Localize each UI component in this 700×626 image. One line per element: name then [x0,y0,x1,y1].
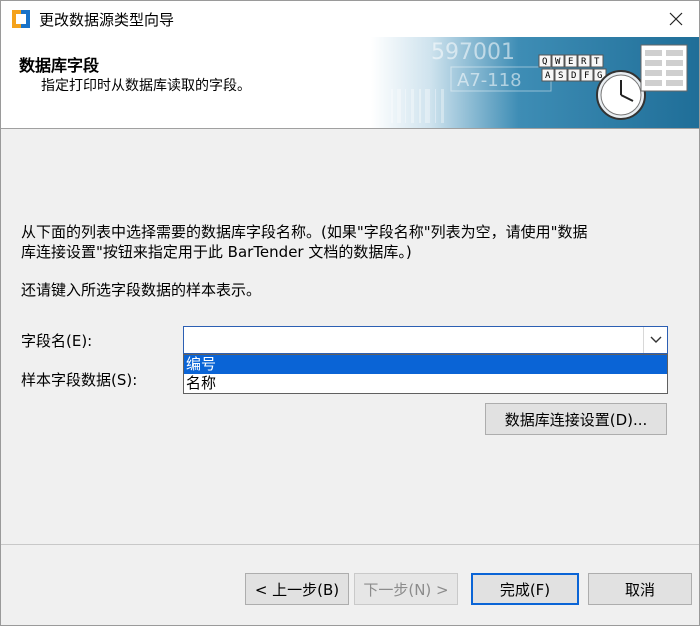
banner-code-text: A7-118 [457,70,522,91]
page-title: 数据库字段 [19,56,100,75]
finish-button[interactable]: 完成(F) [471,573,579,605]
dropdown-option-mingcheng[interactable]: 名称 [184,374,667,393]
field-name-label: 字段名(E): [21,332,93,350]
field-name-combobox[interactable] [183,326,668,354]
bartender-app-icon [12,10,30,28]
svg-text:Q: Q [542,57,547,67]
label-sheet-icon [640,44,688,92]
back-button[interactable]: < 上一步(B) [245,573,349,605]
next-button[interactable]: 下一步(N) > [354,573,458,605]
svg-text:S: S [558,71,563,81]
sample-field-data-label: 样本字段数据(S): [21,371,138,389]
window-title: 更改数据源类型向导 [39,11,175,29]
svg-text:D: D [571,71,576,81]
field-name-dropdown-list: 编号 名称 [183,354,668,394]
banner-number-text: 597001 [431,40,515,65]
dropdown-option-bianhao[interactable]: 编号 [184,355,667,374]
svg-text:A: A [545,71,551,81]
svg-text:F: F [584,71,589,81]
title-bar: 更改数据源类型向导 [1,1,699,37]
sample-instruction: 还请键入所选字段数据的样本表示。 [21,281,262,299]
chevron-down-icon [650,336,661,343]
close-icon [669,12,683,26]
clock-icon [596,70,646,120]
svg-text:R: R [581,57,587,67]
page-subtitle: 指定打印时从数据库读取的字段。 [41,78,251,94]
close-button[interactable] [653,1,699,37]
svg-text:T: T [594,57,600,67]
cancel-button[interactable]: 取消 [588,573,692,605]
footer-separator [1,544,699,545]
wizard-header: 数据库字段 指定打印时从数据库读取的字段。 597001 A7-118 Q W … [1,37,699,129]
svg-text:W: W [555,57,561,67]
header-banner-image: 597001 A7-118 QW ER T AS DF G [371,37,699,128]
instruction-line-1: 从下面的列表中选择需要的数据库字段名称。(如果"字段名称"列表为空，请使用"数据 [21,223,588,241]
field-name-dropdown-button[interactable] [643,327,667,353]
instruction-line-2: 库连接设置"按钮来指定用于此 BarTender 文档的数据库。) [21,243,412,261]
wizard-window: 更改数据源类型向导 数据库字段 指定打印时从数据库读取的字段。 597001 A… [0,0,700,626]
db-connection-settings-button[interactable]: 数据库连接设置(D)... [485,403,667,435]
svg-text:E: E [568,57,573,67]
